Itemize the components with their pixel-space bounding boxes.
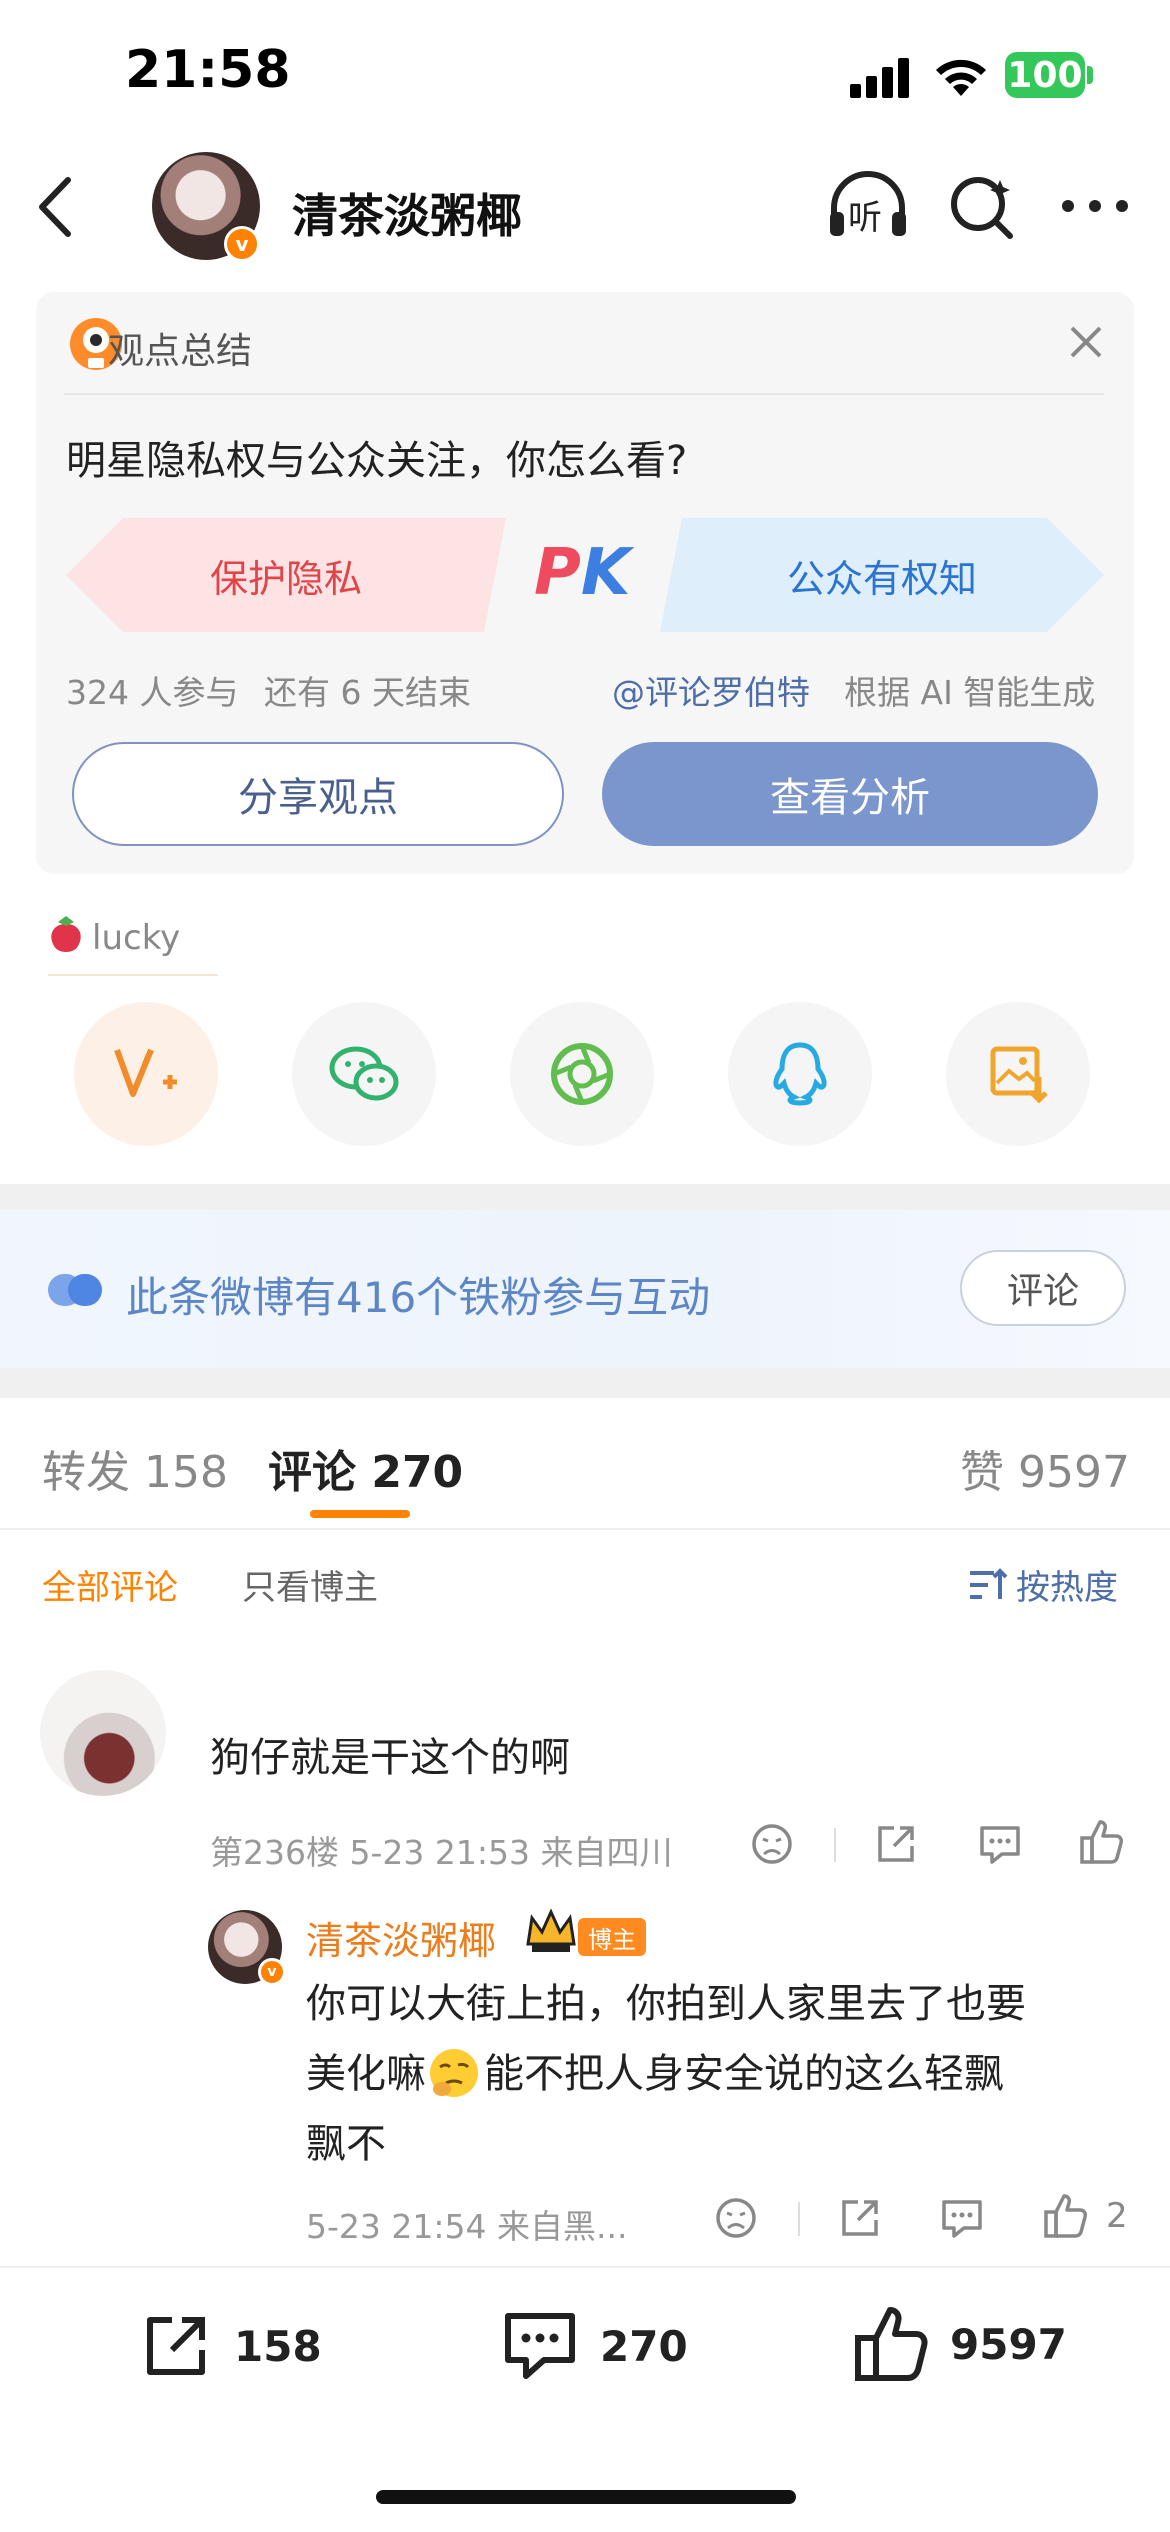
back-icon[interactable] <box>34 176 74 238</box>
verified-badge-icon: v <box>224 226 260 262</box>
source-mention-link[interactable]: @评论罗伯特 <box>612 666 810 714</box>
home-indicator <box>376 2490 796 2504</box>
search-icon[interactable] <box>948 172 1016 242</box>
reply-icon[interactable] <box>976 1820 1024 1868</box>
battery-tip <box>1087 66 1093 84</box>
share-qq-button[interactable] <box>728 1002 872 1146</box>
card-title: 观点总结 <box>108 331 253 372</box>
option-public-right[interactable]: 公众有权知 <box>660 518 1104 632</box>
reply-text-line3: 飘不 <box>306 2121 386 2167</box>
dislike-icon[interactable] <box>748 1820 796 1868</box>
wifi-icon <box>933 54 989 98</box>
option-protect-privacy[interactable]: 保护隐私 <box>66 518 506 632</box>
participants-count: 324 人参与 <box>66 673 239 712</box>
qq-penguin-icon <box>773 1042 827 1106</box>
sort-icon <box>970 1567 1008 1599</box>
reply-dislike-icon[interactable] <box>712 2194 760 2242</box>
reply-meta: 5-23 21:54 来自黑... <box>306 2207 628 2246</box>
listen-label: 听 <box>848 198 882 238</box>
view-analysis-button[interactable]: 查看分析 <box>602 742 1098 846</box>
action-divider <box>834 1828 836 1862</box>
thinking-emoji-icon <box>430 2049 478 2097</box>
crown-icon <box>524 1908 578 1954</box>
comment-icon <box>505 2313 575 2379</box>
tab-like-count: 9597 <box>1018 1447 1130 1498</box>
status-time: 21:58 <box>125 40 291 100</box>
like-icon[interactable] <box>1078 1818 1126 1866</box>
host-badge: 博主 <box>578 1918 646 1956</box>
ai-generated-note: 根据 AI 智能生成 <box>844 673 1096 712</box>
reply-text-line1: 你可以大街上拍，你拍到人家里去了也要 <box>306 1981 1026 2027</box>
bottom-like-count: 9597 <box>950 2319 1067 2369</box>
tab-repost-count: 158 <box>144 1447 228 1498</box>
reply-verified-icon: v <box>258 1958 286 1986</box>
share-wechat-button[interactable] <box>292 1002 436 1146</box>
reply-like-button[interactable]: 2 <box>1042 2192 1128 2240</box>
moments-aperture-icon <box>551 1043 613 1105</box>
tab-comment-count: 270 <box>371 1447 464 1498</box>
fans-banner-text: 此条微博有416个铁粉参与互动 <box>126 1273 711 1322</box>
action-divider <box>798 2202 800 2236</box>
strawberry-icon <box>46 914 86 958</box>
comment-meta: 第236楼 5-23 21:53 来自四川 <box>210 1833 673 1872</box>
comment-text: 狗仔就是干这个的啊 <box>210 1735 570 1781</box>
signal-icon <box>850 58 912 98</box>
filter-host-only[interactable]: 只看博主 <box>242 1560 378 1609</box>
reply-like-icon <box>1044 2194 1087 2238</box>
share-icon[interactable] <box>872 1820 920 1868</box>
reply-author-name[interactable]: 清茶淡粥椰 <box>306 1910 496 1965</box>
reply-text-part: 美化嘛 <box>306 2051 426 2097</box>
poll-question: 明星隐私权与公众关注，你怎么看? <box>66 438 688 484</box>
bottom-repost-button[interactable]: 158 <box>138 2308 322 2384</box>
fans-comment-button[interactable]: 评论 <box>960 1250 1126 1326</box>
tab-comment[interactable]: 评论 270 <box>268 1436 463 1500</box>
commenter-avatar[interactable] <box>40 1670 166 1796</box>
bottom-bar-divider <box>0 2266 1170 2268</box>
repost-icon <box>147 2317 205 2375</box>
section-separator <box>0 1184 1170 1210</box>
more-icon[interactable] <box>1060 198 1130 214</box>
reply-like-count: 2 <box>1106 2196 1128 2236</box>
save-image-button[interactable] <box>946 1002 1090 1146</box>
reply-reply-icon[interactable] <box>938 2194 986 2242</box>
sort-by-heat-button[interactable]: 按热度 <box>968 1560 1118 1609</box>
bottom-comment-count: 270 <box>600 2321 688 2371</box>
author-name[interactable]: 清茶淡粥椰 <box>292 180 522 246</box>
bottom-comment-button[interactable]: 270 <box>500 2308 688 2384</box>
wechat-icon <box>329 1046 399 1101</box>
card-divider <box>64 393 1104 395</box>
bottom-like-button[interactable]: 9597 <box>852 2304 1067 2384</box>
filter-all-comments[interactable]: 全部评论 <box>42 1560 178 1609</box>
thumbs-up-icon <box>855 2307 928 2381</box>
time-remaining: 还有 6 天结束 <box>264 673 471 712</box>
battery-indicator: 100 <box>1005 52 1085 98</box>
reply-share-icon[interactable] <box>836 2194 884 2242</box>
reply-text-line2: 美化嘛 能不把人身安全说的这么轻飘 <box>306 2038 1004 2110</box>
v-plus-icon <box>114 1048 177 1097</box>
share-opinion-button[interactable]: 分享观点 <box>72 742 564 846</box>
share-moments-button[interactable] <box>510 1002 654 1146</box>
save-image-icon <box>990 1046 1048 1104</box>
tab-like-label: 赞 <box>960 1447 1004 1498</box>
bottom-repost-count: 158 <box>234 2321 322 2371</box>
tab-repost[interactable]: 转发 158 <box>42 1436 228 1500</box>
active-tab-indicator <box>310 1510 410 1518</box>
listen-icon[interactable]: 听 <box>826 170 910 242</box>
close-icon[interactable] <box>1068 324 1104 360</box>
tab-repost-label: 转发 <box>42 1447 130 1498</box>
pk-label: PK <box>534 536 631 610</box>
tabs-divider <box>0 1528 1170 1530</box>
lucky-label: lucky <box>92 918 181 958</box>
tab-comment-label: 评论 <box>268 1447 356 1498</box>
sort-label: 按热度 <box>1016 1568 1118 1608</box>
section-separator <box>0 1368 1170 1398</box>
reply-text-part: 能不把人身安全说的这么轻飘 <box>484 2051 1004 2097</box>
fan-pill-icon <box>48 1272 102 1308</box>
lucky-underline <box>48 974 218 976</box>
share-weibo-button[interactable] <box>74 1002 218 1146</box>
tab-like[interactable]: 赞 9597 <box>960 1436 1130 1500</box>
